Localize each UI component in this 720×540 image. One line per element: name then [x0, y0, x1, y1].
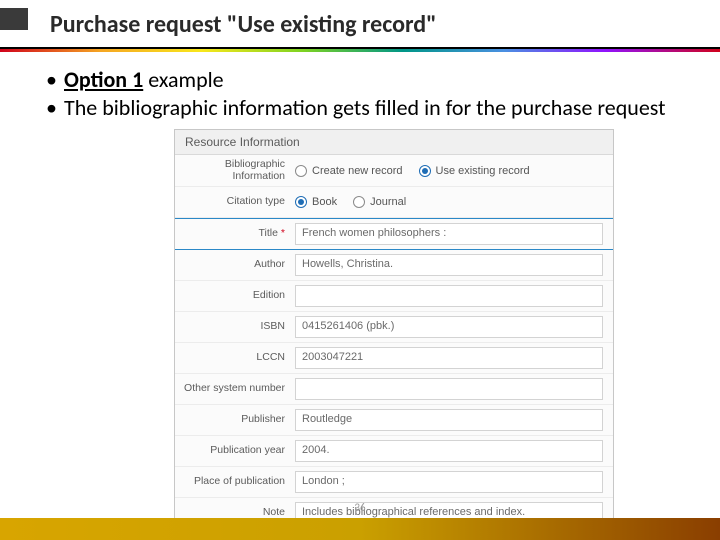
label-title-text: Title	[259, 227, 278, 239]
row-author: Author Howells, Christina.	[175, 250, 613, 281]
radio-label: Book	[312, 196, 337, 208]
radio-icon	[295, 165, 307, 177]
slide-title: Purchase request "Use existing record"	[50, 10, 680, 39]
bullet-text: The bibliographic information gets fille…	[64, 94, 666, 122]
row-publisher: Publisher Routledge	[175, 405, 613, 436]
label-edition: Edition	[175, 290, 295, 302]
slide: Purchase request "Use existing record" •…	[0, 0, 720, 540]
bullet-item: • Option 1 example	[46, 66, 674, 94]
label-isbn: ISBN	[175, 321, 295, 333]
label-other-system: Other system number	[175, 383, 295, 395]
label-citation-type: Citation type	[175, 196, 295, 208]
row-title: Title * French women philosophers :	[175, 218, 613, 250]
row-other-system: Other system number	[175, 374, 613, 405]
slide-header: Purchase request "Use existing record"	[0, 0, 720, 45]
input-place[interactable]: London ;	[295, 471, 603, 493]
bullet-marker: •	[46, 94, 64, 122]
footer-bar	[0, 518, 720, 540]
radio-use-existing[interactable]: Use existing record	[419, 165, 530, 177]
radio-icon	[295, 196, 307, 208]
label-biblio: Bibliographic Information	[175, 159, 295, 182]
input-publication-year[interactable]: 2004.	[295, 440, 603, 462]
bullet-item: • The bibliographic information gets fil…	[46, 94, 674, 122]
radio-create-new[interactable]: Create new record	[295, 165, 403, 177]
bullet-emphasis: Option 1	[64, 66, 143, 93]
radio-icon	[419, 165, 431, 177]
bullet-text: Option 1 example	[64, 66, 224, 94]
label-publisher: Publisher	[175, 414, 295, 426]
input-author[interactable]: Howells, Christina.	[295, 254, 603, 276]
bullet-rest: example	[143, 66, 223, 93]
row-bibliographic-info: Bibliographic Information Create new rec…	[175, 155, 613, 187]
radio-book[interactable]: Book	[295, 196, 337, 208]
label-lccn: LCCN	[175, 352, 295, 364]
row-isbn: ISBN 0415261406 (pbk.)	[175, 312, 613, 343]
page-number: 36	[0, 501, 720, 514]
input-publisher[interactable]: Routledge	[295, 409, 603, 431]
input-title[interactable]: French women philosophers :	[295, 223, 603, 245]
row-lccn: LCCN 2003047221	[175, 343, 613, 374]
panel-header: Resource Information	[175, 130, 613, 155]
input-isbn[interactable]: 0415261406 (pbk.)	[295, 316, 603, 338]
label-title: Title *	[175, 228, 295, 240]
row-publication-year: Publication year 2004.	[175, 436, 613, 467]
input-lccn[interactable]: 2003047221	[295, 347, 603, 369]
screenshot-panel: Resource Information Bibliographic Infor…	[174, 129, 614, 529]
row-edition: Edition	[175, 281, 613, 312]
bullet-marker: •	[46, 66, 64, 94]
header-accent-square	[0, 8, 28, 30]
row-citation-type: Citation type Book Journal	[175, 187, 613, 218]
required-marker: *	[281, 227, 285, 239]
radio-journal[interactable]: Journal	[353, 196, 406, 208]
slide-body: • Option 1 example • The bibliographic i…	[0, 52, 720, 529]
input-other-system[interactable]	[295, 378, 603, 400]
row-place: Place of publication London ;	[175, 467, 613, 498]
radio-label: Journal	[370, 196, 406, 208]
label-publication-year: Publication year	[175, 445, 295, 457]
radio-label: Create new record	[312, 165, 403, 177]
radio-label: Use existing record	[436, 165, 530, 177]
label-author: Author	[175, 259, 295, 271]
input-edition[interactable]	[295, 285, 603, 307]
bullet-list: • Option 1 example • The bibliographic i…	[46, 66, 674, 121]
label-place: Place of publication	[175, 476, 295, 488]
radio-icon	[353, 196, 365, 208]
